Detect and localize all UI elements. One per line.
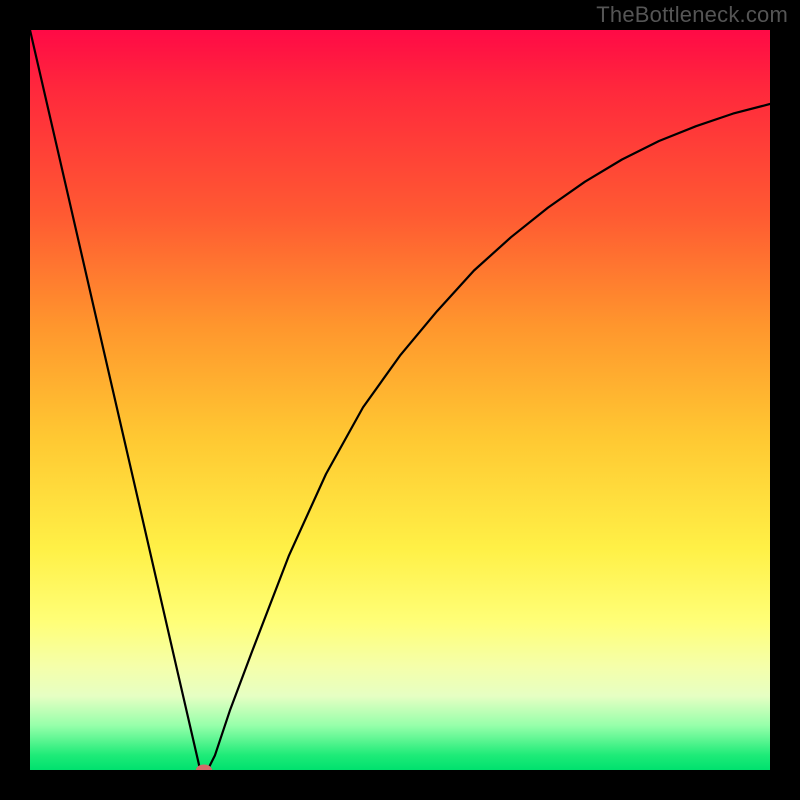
curve-svg	[30, 30, 770, 770]
watermark-text: TheBottleneck.com	[596, 2, 788, 28]
plot-area	[30, 30, 770, 770]
vertex-marker	[196, 765, 212, 771]
chart-container: TheBottleneck.com	[0, 0, 800, 800]
curve-path	[30, 30, 770, 770]
